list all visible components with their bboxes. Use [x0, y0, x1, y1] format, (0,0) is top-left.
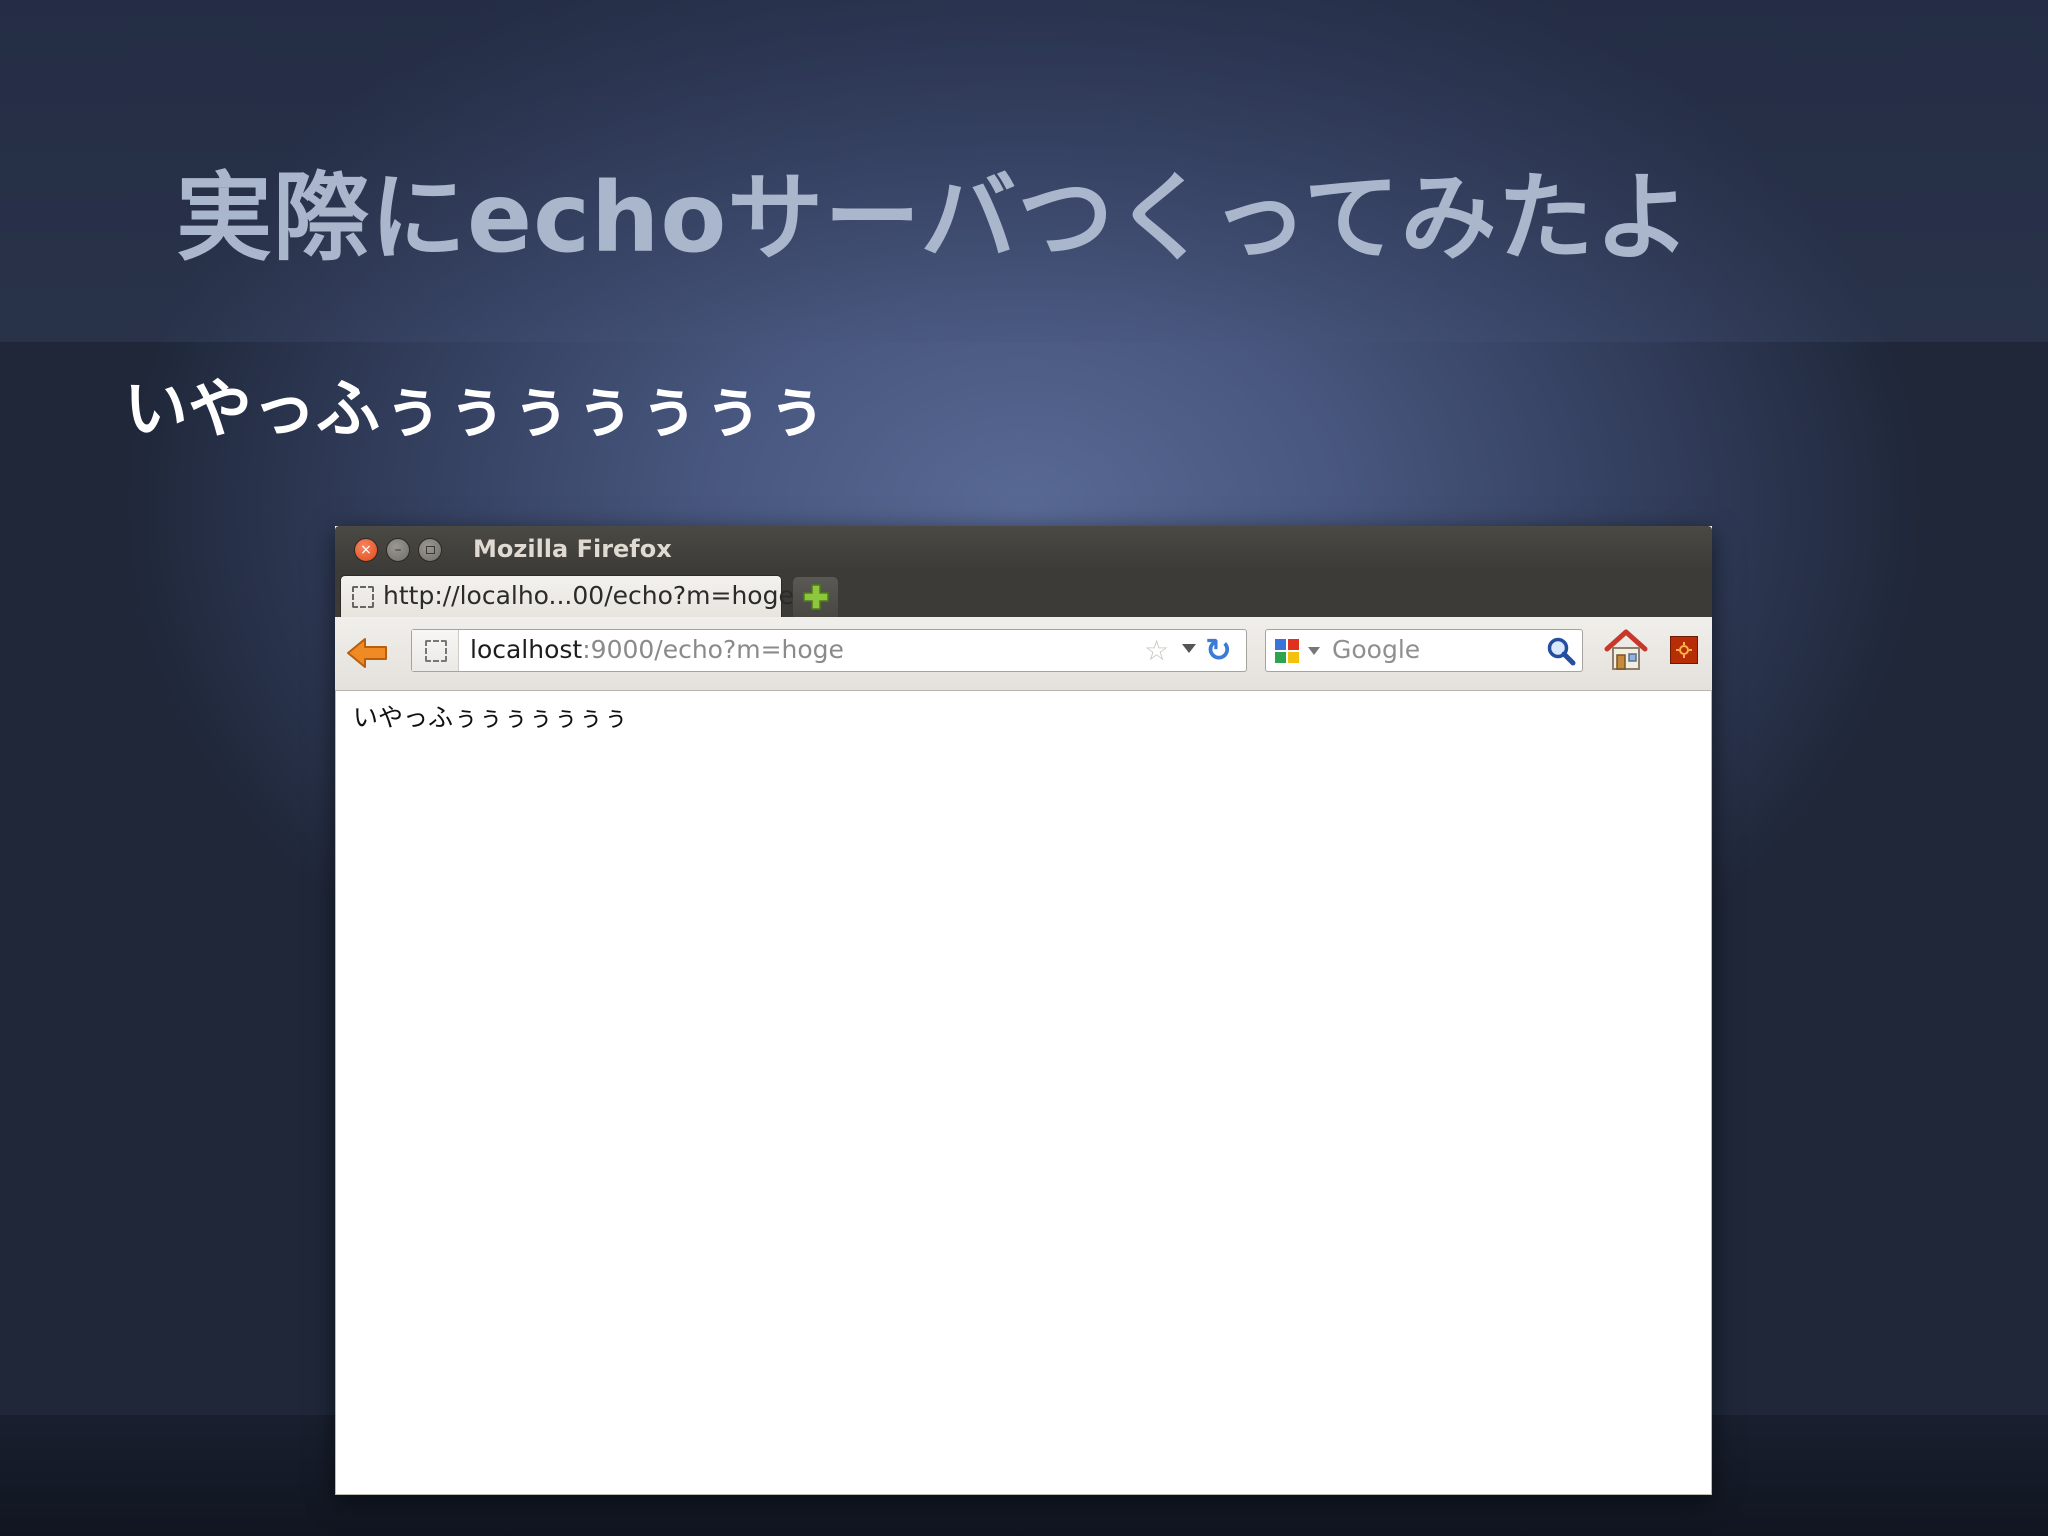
star-icon[interactable]: ☆ [1144, 636, 1169, 666]
page-content[interactable]: いやっふぅぅぅぅぅぅぅ [335, 691, 1712, 1495]
site-identity-button[interactable] [412, 630, 459, 671]
slide-bullet: いやっふぅぅぅぅぅぅぅ [124, 373, 828, 447]
google-icon[interactable] [1274, 638, 1300, 664]
url-text[interactable]: localhost:9000/echo?m=hoge [470, 635, 844, 665]
new-tab-button[interactable] [793, 577, 838, 617]
close-icon[interactable]: × [354, 538, 378, 562]
minimize-icon[interactable]: – [386, 538, 410, 562]
home-icon[interactable] [1603, 627, 1649, 673]
history-dropdown-icon[interactable] [1182, 644, 1196, 653]
sun-icon [1676, 642, 1692, 658]
title-bar[interactable]: × – Mozilla Firefox [335, 526, 1712, 571]
tab-active[interactable]: http://localho...00/echo?m=hoge [340, 575, 794, 617]
search-bar[interactable]: Google [1265, 629, 1583, 672]
engine-dropdown-icon[interactable] [1308, 647, 1320, 655]
slide-title: 実際にechoサーバつくってみたよ [176, 162, 1692, 274]
window-title: Mozilla Firefox [473, 535, 672, 563]
tab-strip: http://localho...00/echo?m=hoge [335, 571, 1712, 617]
search-input[interactable]: Google [1332, 635, 1420, 665]
url-host: localhost [470, 635, 583, 664]
back-arrow-icon [347, 638, 387, 668]
reload-icon[interactable]: ↻ [1205, 633, 1232, 667]
page-icon [352, 586, 374, 608]
page-icon [425, 640, 447, 662]
plus-icon [802, 584, 829, 610]
url-path: :9000/echo?m=hoge [582, 635, 844, 664]
magnifier-icon[interactable] [1546, 636, 1576, 666]
page-body-text: いやっふぅぅぅぅぅぅぅ [353, 703, 629, 732]
maximize-icon[interactable] [418, 538, 442, 562]
navigation-toolbar: localhost:9000/echo?m=hoge ☆ ↻ Google [335, 617, 1712, 691]
back-button[interactable] [345, 633, 389, 673]
tab-label: http://localho...00/echo?m=hoge [383, 581, 794, 610]
browser-window: × – Mozilla Firefox http://localho...00/… [335, 526, 1712, 1495]
addon-icon[interactable] [1670, 636, 1698, 664]
url-bar[interactable]: localhost:9000/echo?m=hoge ☆ ↻ [411, 629, 1247, 672]
